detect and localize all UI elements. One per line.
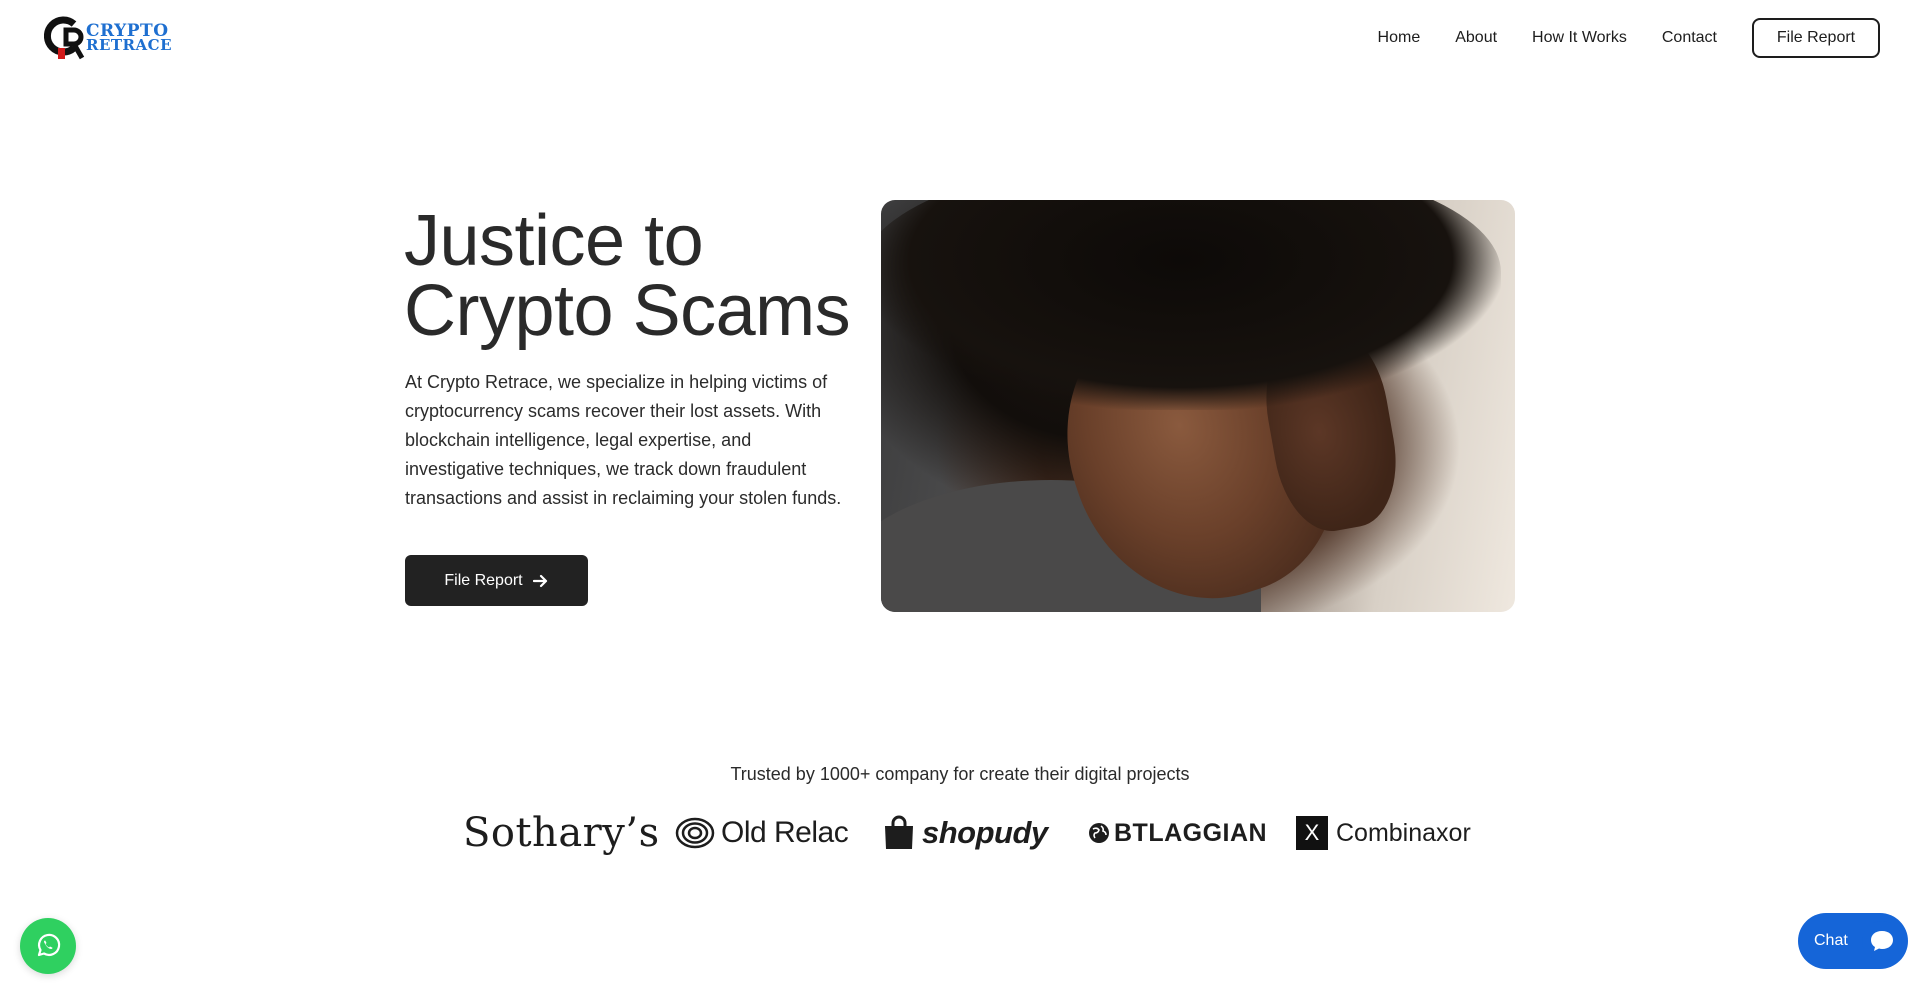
x-box-icon: X [1296,816,1328,850]
hero-title: Justice to Crypto Scams [404,205,851,347]
arrow-right-icon [532,574,547,587]
trusted-heading: Trusted by 1000+ company for create thei… [730,764,1190,784]
brand-name: Old Relac [721,816,849,849]
chat-bubble-icon [1862,921,1902,961]
whatsapp-icon [37,933,61,957]
nav-how-it-works[interactable]: How It Works [1532,29,1627,47]
chat-widget-button[interactable]: Chat [1798,913,1908,969]
site-header: CRYPTO RETRACE Home About How It Works C… [0,0,1920,76]
shopping-bag-icon [885,815,913,849]
chat-label: Chat [1814,932,1848,949]
brand-old-relac: Old Relac [675,808,849,858]
logo-line-2: RETRACE [86,35,173,54]
logo-text: CRYPTO RETRACE [86,22,173,54]
header-file-report-button[interactable]: File Report [1752,18,1880,58]
brand-name: shopudy [922,815,1048,850]
nav-about[interactable]: About [1455,29,1497,47]
hero-description: At Crypto Retrace, we specialize in help… [405,372,842,508]
hero-title-line-1: Justice to [404,201,704,281]
brand-name: Sothary’s [463,810,660,856]
whatsapp-button[interactable] [20,918,76,974]
hero-button-label: File Report [444,571,523,589]
brand-logos: Sothary’s Old Relac shopudy BTLAGGIAN X … [0,808,1920,858]
globe-icon [1089,823,1109,843]
nav-contact[interactable]: Contact [1662,29,1717,47]
brand-shopudy: shopudy [882,808,1048,858]
hero-image [881,200,1515,612]
logo[interactable]: CRYPTO RETRACE [44,14,174,62]
brand-sotharys: Sothary’s [463,808,660,858]
main-nav: Home About How It Works Contact File Rep… [1378,18,1880,58]
hero-image-hair [881,200,1501,410]
brand-name: Combinaxor [1336,818,1471,847]
brand-combinaxor: X Combinaxor [1296,808,1471,858]
logo-mark-icon [44,16,85,60]
hero-file-report-button[interactable]: File Report [405,555,588,606]
hero-title-line-2: Crypto Scams [404,271,851,351]
brand-name: BTLAGGIAN [1114,818,1268,847]
brand-btlaggian: BTLAGGIAN [1088,808,1267,858]
concentric-rings-icon [675,817,715,849]
nav-home[interactable]: Home [1378,29,1421,47]
